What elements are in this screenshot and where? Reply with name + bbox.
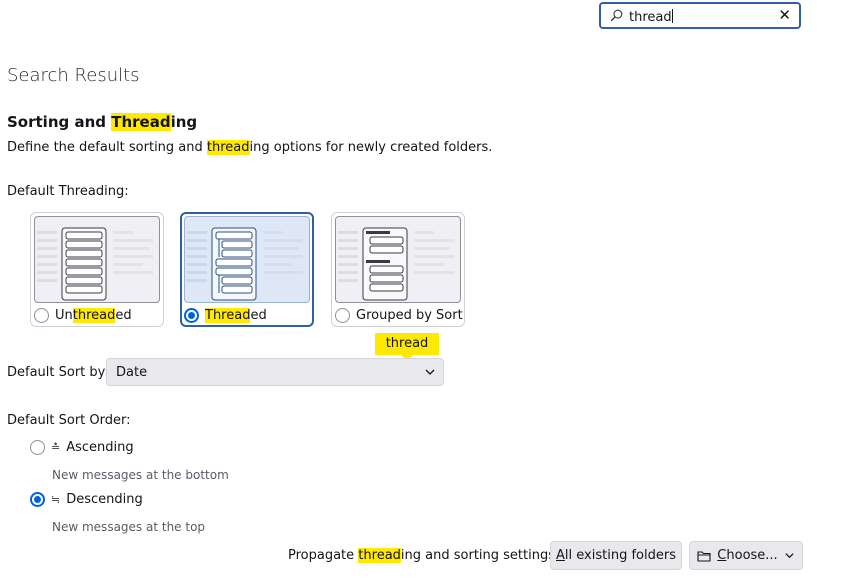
clear-search-icon[interactable]: ✕ — [778, 6, 791, 24]
grouped-label: Grouped by Sort — [356, 308, 463, 323]
folder-icon — [697, 550, 711, 562]
sort-by-value: Date — [116, 365, 148, 380]
search-highlight-tooltip: thread — [375, 333, 439, 361]
threading-option-threaded[interactable]: Threaded — [180, 212, 314, 327]
threaded-preview-image — [184, 216, 310, 303]
section-title: Sorting and Threading — [7, 113, 198, 131]
search-input[interactable]: thread ✕ — [599, 2, 801, 29]
ascending-label: Ascending — [66, 440, 134, 455]
sort-descending-icon: ≒ — [51, 493, 61, 506]
descending-description: New messages at the top — [52, 520, 206, 534]
threaded-radio-label[interactable]: Threaded — [184, 308, 267, 323]
unthreaded-preview-image — [34, 216, 160, 303]
search-icon — [610, 9, 623, 22]
unthreaded-radio[interactable] — [34, 308, 49, 323]
choose-button-label: Choose... — [717, 548, 778, 563]
sort-ascending-icon: ≛ — [51, 441, 61, 454]
ascending-option[interactable]: ≛ Ascending — [30, 440, 134, 455]
grouped-radio-label[interactable]: Grouped by Sort — [335, 308, 463, 323]
choose-folders-button[interactable]: Choose... — [689, 541, 803, 570]
unthreaded-radio-label[interactable]: Unthreaded — [34, 308, 132, 323]
grouped-preview-image — [335, 216, 461, 303]
threaded-radio[interactable] — [184, 308, 199, 323]
threading-option-grouped[interactable]: Grouped by Sort — [331, 212, 465, 327]
ascending-radio[interactable] — [30, 440, 45, 455]
default-sort-order-label: Default Sort Order: — [7, 413, 131, 428]
threading-option-unthreaded[interactable]: Unthreaded — [30, 212, 164, 327]
default-sort-by-label: Default Sort by: — [7, 365, 109, 380]
descending-radio[interactable] — [30, 492, 45, 507]
descending-option[interactable]: ≒ Descending — [30, 492, 143, 507]
descending-label: Descending — [66, 492, 143, 507]
section-description: Define the default sorting and threading… — [7, 140, 493, 155]
threaded-label: Threaded — [205, 308, 267, 323]
grouped-radio[interactable] — [335, 308, 350, 323]
unthreaded-label: Unthreaded — [55, 308, 132, 323]
sort-by-select[interactable]: Date — [106, 358, 444, 386]
search-results-title: Search Results — [7, 65, 140, 86]
default-threading-label: Default Threading: — [7, 184, 129, 199]
propagate-label: Propagate threading and sorting settings… — [288, 548, 577, 563]
ascending-description: New messages at the bottom — [52, 468, 229, 482]
chevron-down-icon — [785, 553, 794, 559]
all-folders-button-label: All existing folders — [556, 548, 676, 563]
search-value: thread — [629, 9, 673, 25]
all-existing-folders-button[interactable]: All existing folders — [550, 541, 682, 570]
chevron-down-icon — [425, 369, 435, 375]
